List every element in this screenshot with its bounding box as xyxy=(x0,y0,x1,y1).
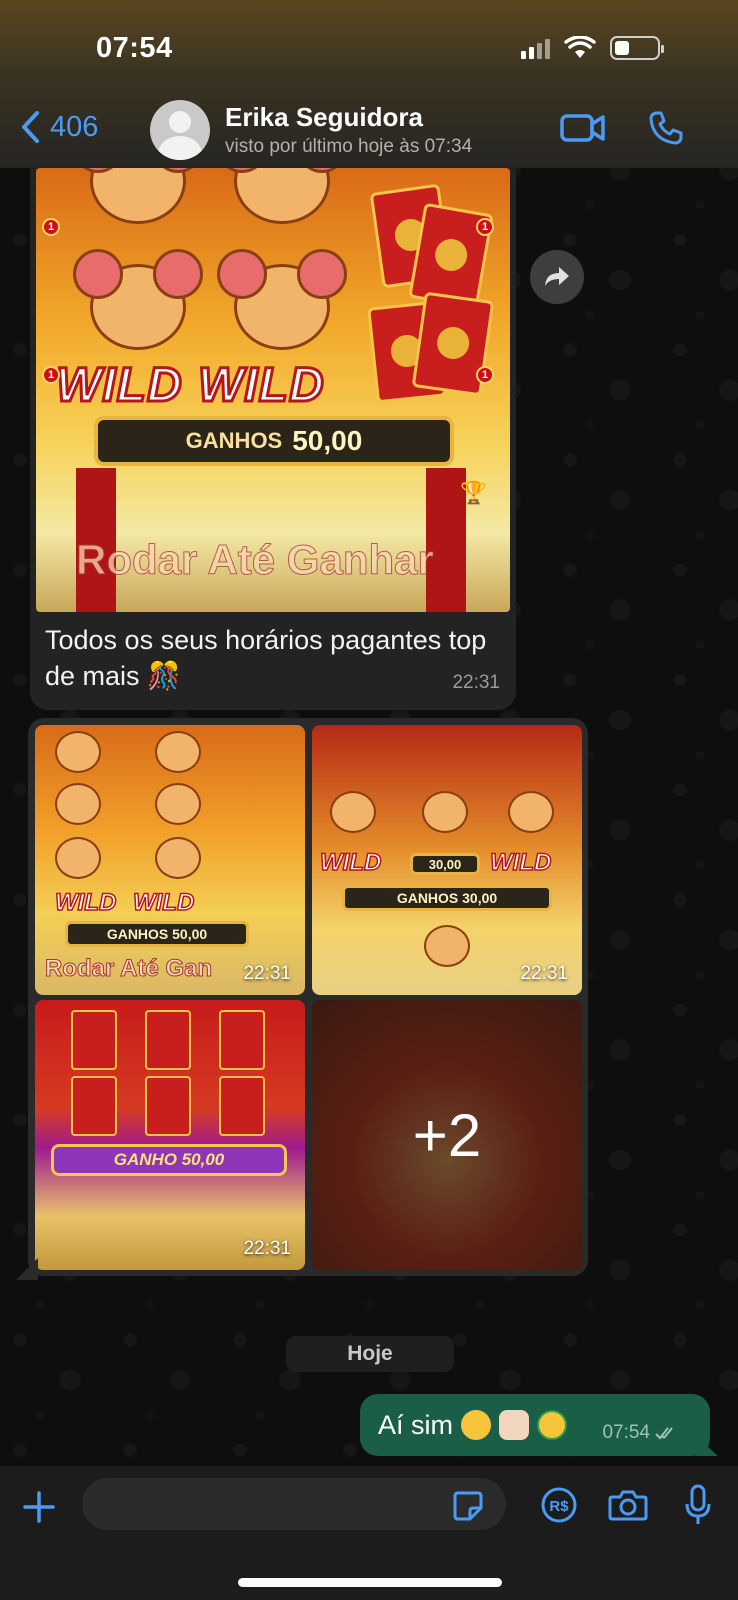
money-mouth-emoji-icon xyxy=(537,1410,568,1440)
message-meta: 07:54 xyxy=(602,1422,680,1444)
payment-button[interactable]: R$ xyxy=(540,1486,578,1529)
message-time: 22:31 xyxy=(452,672,500,693)
outgoing-message-time: 07:54 xyxy=(602,1422,650,1443)
camera-button[interactable] xyxy=(608,1488,648,1527)
currency-real-icon: R$ xyxy=(541,1487,577,1523)
album-more-images[interactable]: +2 xyxy=(312,1000,582,1270)
forward-arrow-icon xyxy=(545,267,569,286)
incoming-image-message[interactable]: WILD WILD 1 1 1 1 GANHOS 50,00 🏆 Rodar A… xyxy=(30,168,516,710)
sticker-button[interactable] xyxy=(452,1490,484,1527)
chevron-left-icon xyxy=(22,111,39,143)
winnings-bar: GANHOS 50,00 xyxy=(94,416,454,466)
wild-symbol-left: WILD xyxy=(55,358,184,414)
chat-header: 07:54 406 Erika Seguidora visto por últi… xyxy=(0,0,738,168)
forward-button[interactable] xyxy=(530,250,584,304)
home-indicator[interactable] xyxy=(238,1578,502,1587)
voice-message-button[interactable] xyxy=(684,1484,712,1531)
spin-banner: Rodar Até Ganhar xyxy=(76,536,435,584)
image-time: 22:31 xyxy=(243,963,291,984)
slot-screenshot-image[interactable]: WILD WILD 1 1 1 1 GANHOS 50,00 🏆 Rodar A… xyxy=(36,168,510,612)
video-camera-icon xyxy=(560,114,605,142)
album-image-2[interactable]: WILD 30,00 WILD GANHOS 30,00 22:31 xyxy=(312,725,582,995)
more-images-count: +2 xyxy=(412,1101,482,1169)
status-icons xyxy=(521,36,664,60)
svg-text:R$: R$ xyxy=(549,1498,569,1515)
status-time: 07:54 xyxy=(96,32,173,64)
contact-name[interactable]: Erika Seguidora xyxy=(225,102,423,133)
video-call-button[interactable] xyxy=(560,112,606,149)
message-caption: Todos os seus horários pagantes top de m… xyxy=(45,625,487,691)
winnings-label: GANHOS xyxy=(185,428,283,453)
message-input-bar: R$ xyxy=(0,1466,738,1600)
attach-button[interactable] xyxy=(22,1490,56,1529)
back-button[interactable]: 406 xyxy=(20,110,98,144)
image-album-message[interactable]: WILD WILD GANHOS 50,00 Rodar Até Gan 22:… xyxy=(28,718,588,1276)
album-image-3[interactable]: GANHO 50,00 22:31 xyxy=(35,1000,305,1270)
sticker-icon xyxy=(453,1491,483,1521)
date-separator: Hoje xyxy=(286,1336,454,1372)
voice-call-button[interactable] xyxy=(648,110,684,151)
double-check-icon xyxy=(655,1427,673,1440)
wifi-icon xyxy=(564,36,596,58)
cellular-signal-icon xyxy=(521,37,550,59)
unread-count: 406 xyxy=(50,110,99,143)
camera-icon xyxy=(608,1490,648,1521)
plus-icon xyxy=(23,1491,55,1523)
image-time: 22:31 xyxy=(243,1238,291,1259)
contact-avatar[interactable] xyxy=(150,100,210,160)
microphone-icon xyxy=(685,1484,711,1524)
image-time: 22:31 xyxy=(520,963,568,984)
message-input[interactable] xyxy=(82,1478,506,1530)
battery-icon xyxy=(610,36,664,60)
outgoing-message[interactable]: Aí sim 07:54 xyxy=(360,1394,710,1456)
winnings-value: 50,00 xyxy=(292,425,363,456)
wild-symbol-right: WILD xyxy=(197,358,326,414)
clapping-hands-emoji-icon xyxy=(499,1410,530,1440)
phone-icon xyxy=(649,111,683,145)
outgoing-message-text: Aí sim xyxy=(378,1409,454,1440)
heart-eyes-emoji-icon xyxy=(461,1410,492,1440)
trophy-icon: 🏆 xyxy=(460,480,488,505)
contact-last-seen: visto por último hoje às 07:34 xyxy=(225,136,473,157)
album-image-1[interactable]: WILD WILD GANHOS 50,00 Rodar Até Gan 22:… xyxy=(35,725,305,995)
